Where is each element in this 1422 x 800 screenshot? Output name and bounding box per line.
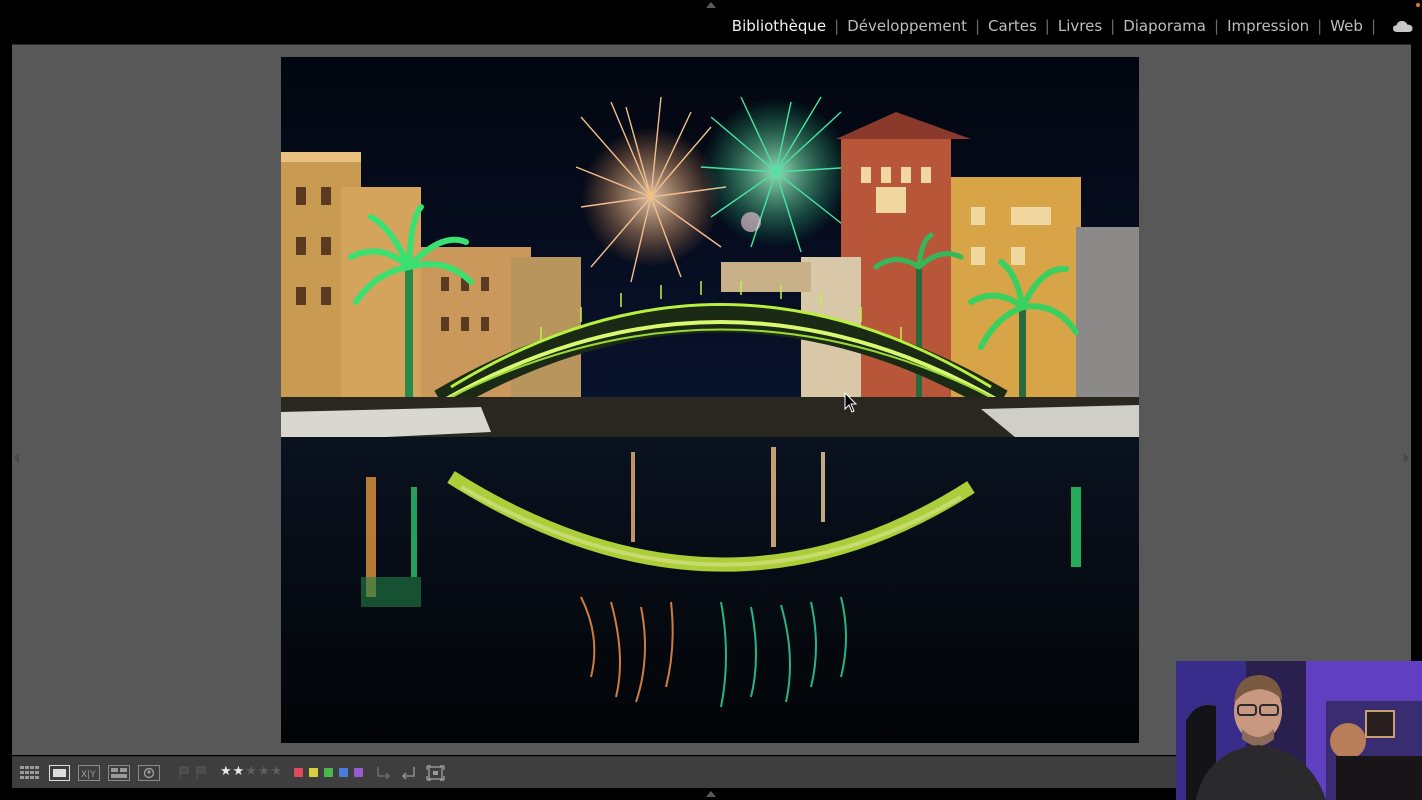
grid-view-icon[interactable] bbox=[20, 765, 40, 781]
survey-view-icon[interactable] bbox=[108, 765, 130, 781]
rotate-left-icon[interactable] bbox=[375, 765, 393, 781]
reject-flag-icon[interactable] bbox=[195, 765, 207, 781]
module-slideshow[interactable]: Diaporama bbox=[1123, 17, 1206, 35]
rotate-right-icon[interactable] bbox=[399, 765, 417, 781]
module-separator: | bbox=[1317, 17, 1323, 35]
loupe-view-area bbox=[12, 44, 1411, 755]
module-separator: | bbox=[1044, 17, 1050, 35]
webcam-overlay bbox=[1176, 661, 1422, 800]
module-develop[interactable]: Développement bbox=[847, 17, 967, 35]
star-3[interactable]: ★ bbox=[245, 764, 258, 779]
module-web[interactable]: Web bbox=[1330, 17, 1363, 35]
star-5[interactable]: ★ bbox=[271, 764, 284, 779]
module-separator: | bbox=[1214, 17, 1220, 35]
module-book[interactable]: Livres bbox=[1058, 17, 1102, 35]
people-view-icon[interactable] bbox=[138, 765, 160, 781]
star-4[interactable]: ★ bbox=[258, 764, 271, 779]
compare-view-icon[interactable]: X|Y bbox=[78, 765, 100, 781]
photo-preview[interactable] bbox=[281, 57, 1139, 743]
module-bar: Bibliothèque | Développement | Cartes | … bbox=[0, 0, 1422, 42]
module-separator: | bbox=[834, 17, 840, 35]
module-picker: Bibliothèque | Développement | Cartes | … bbox=[732, 17, 1414, 35]
module-separator: | bbox=[974, 17, 981, 35]
panel-toggle-top-icon[interactable] bbox=[706, 2, 716, 8]
crop-icon[interactable] bbox=[426, 765, 445, 781]
loupe-view-icon bbox=[53, 769, 66, 777]
sync-status-dot bbox=[1416, 3, 1420, 7]
loupe-view-button[interactable] bbox=[49, 765, 70, 781]
color-label-red[interactable] bbox=[294, 768, 303, 777]
star-rating[interactable]: ★★★★★ bbox=[220, 764, 283, 779]
module-separator: | bbox=[1370, 17, 1376, 35]
module-separator: | bbox=[1110, 17, 1116, 35]
color-label-purple[interactable] bbox=[354, 768, 363, 777]
star-1[interactable]: ★ bbox=[220, 764, 233, 779]
svg-text:X|Y: X|Y bbox=[81, 770, 96, 780]
panel-toggle-bottom-icon[interactable] bbox=[706, 791, 716, 797]
color-label-blue[interactable] bbox=[339, 768, 348, 777]
module-print[interactable]: Impression bbox=[1227, 17, 1309, 35]
module-map[interactable]: Cartes bbox=[988, 17, 1037, 35]
star-2[interactable]: ★ bbox=[233, 764, 246, 779]
cloud-icon[interactable] bbox=[1392, 19, 1414, 33]
panel-toggle-left-icon[interactable] bbox=[14, 453, 19, 463]
color-label-yellow[interactable] bbox=[309, 768, 318, 777]
module-library[interactable]: Bibliothèque bbox=[732, 17, 826, 35]
flag-icon[interactable] bbox=[178, 765, 190, 781]
panel-toggle-right-icon[interactable] bbox=[1404, 453, 1409, 463]
color-label-green[interactable] bbox=[324, 768, 333, 777]
